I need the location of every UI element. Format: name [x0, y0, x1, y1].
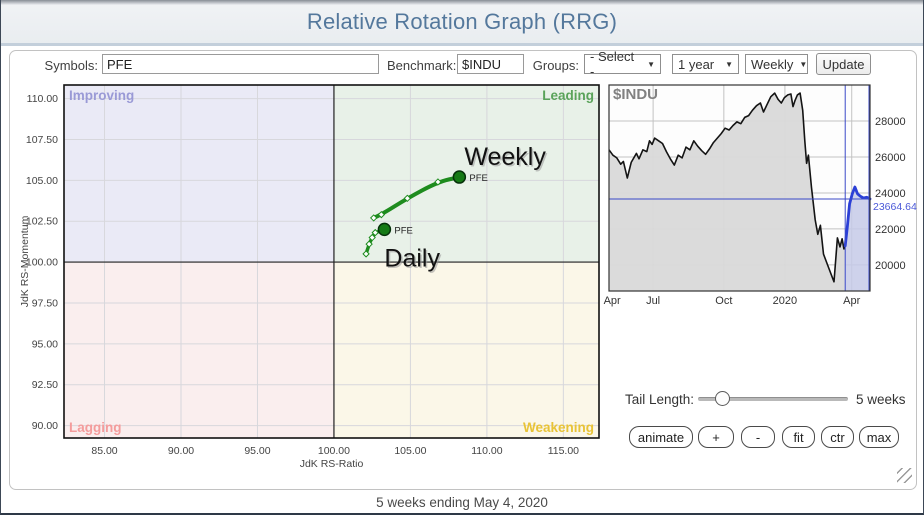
main-panel — [9, 50, 917, 490]
update-button[interactable]: Update — [816, 53, 871, 75]
header-divider — [1, 43, 923, 46]
resize-handle-icon[interactable] — [897, 468, 912, 483]
period-select-value: 1 year — [678, 57, 714, 72]
fit-button[interactable]: fit — [782, 426, 815, 448]
status-text: 5 weeks ending May 4, 2020 — [376, 495, 548, 510]
zoom-in-button[interactable]: + — [698, 426, 734, 448]
app-header: Relative Rotation Graph (RRG) — [1, 0, 923, 43]
benchmark-label: Benchmark: — [387, 58, 453, 73]
dropdown-arrow-icon: ▼ — [799, 60, 807, 69]
slider-thumb[interactable] — [715, 391, 730, 406]
groups-select[interactable]: - Select - ▼ — [584, 54, 661, 74]
zoom-out-button[interactable]: - — [741, 426, 775, 448]
page-title: Relative Rotation Graph (RRG) — [307, 9, 617, 35]
ctr-button[interactable]: ctr — [821, 426, 854, 448]
frequency-select[interactable]: Weekly ▼ — [745, 54, 808, 74]
tail-length-value: 5 weeks — [856, 392, 906, 407]
max-button[interactable]: max — [859, 426, 899, 448]
rrg-app: Relative Rotation Graph (RRG) 85.0090.00… — [0, 0, 924, 515]
status-bar: 5 weeks ending May 4, 2020 — [1, 494, 923, 512]
benchmark-input[interactable] — [457, 54, 524, 74]
animate-button[interactable]: animate — [629, 426, 693, 448]
frequency-select-value: Weekly — [751, 57, 793, 72]
symbols-label: Symbols: — [31, 58, 98, 73]
symbols-input[interactable] — [102, 54, 379, 74]
tail-length-label: Tail Length: — [625, 392, 694, 407]
dropdown-arrow-icon: ▼ — [647, 60, 655, 69]
tail-length-slider[interactable] — [698, 391, 848, 407]
dropdown-arrow-icon: ▼ — [725, 60, 733, 69]
period-select[interactable]: 1 year ▼ — [672, 54, 739, 74]
groups-select-value: - Select - — [590, 49, 641, 79]
window-top-edge — [1, 0, 923, 5]
groups-label: Groups: — [529, 58, 579, 73]
